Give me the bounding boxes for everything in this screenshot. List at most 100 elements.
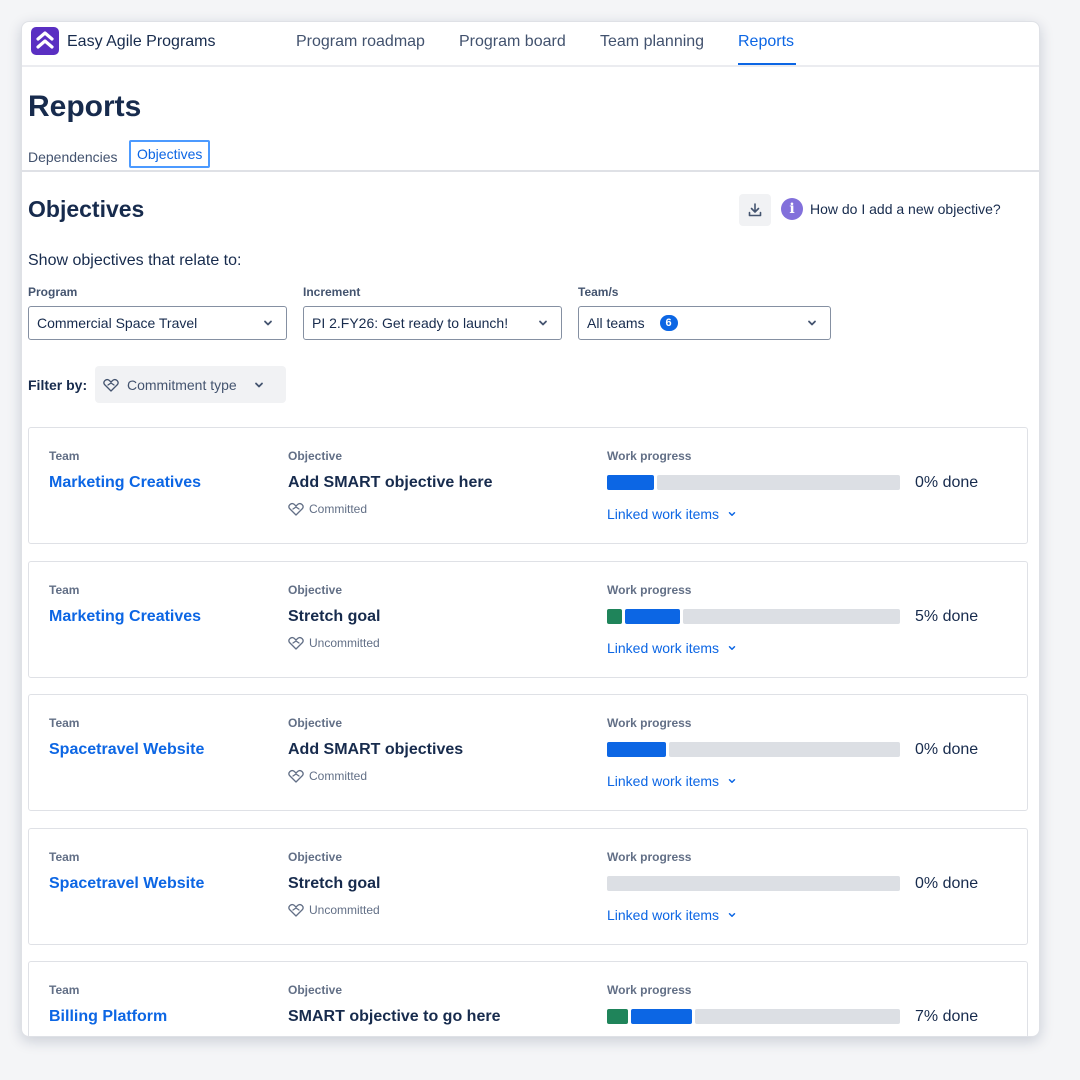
teams-select[interactable]: All teams 6 <box>578 306 831 340</box>
tab-dependencies[interactable]: Dependencies <box>28 149 118 165</box>
app-title: Easy Agile Programs <box>67 33 216 50</box>
work-progress-bar <box>607 1009 900 1024</box>
section-title: Objectives <box>28 196 145 222</box>
progress-percent: 5% done <box>915 608 979 625</box>
team-column-label: Team <box>49 850 80 864</box>
teams-value: All teams <box>587 315 645 331</box>
team-column-label: Team <box>49 983 80 997</box>
team-column-label: Team <box>49 583 80 597</box>
page-title: Reports <box>28 90 142 123</box>
program-select[interactable]: Commercial Space Travel <box>28 306 287 340</box>
chevron-down-icon <box>539 320 547 326</box>
linked-work-items-toggle[interactable]: Linked work items <box>607 640 737 656</box>
tabs-divider <box>22 170 1039 172</box>
app-window: Easy Agile Programs Program roadmap Prog… <box>21 21 1040 1037</box>
chevron-down-icon <box>728 646 736 650</box>
increment-value: PI 2.FY26: Get ready to launch! <box>312 315 509 331</box>
nav-program-roadmap[interactable]: Program roadmap <box>296 33 425 51</box>
progress-percent: 0% done <box>915 875 979 892</box>
progress-remaining-segment <box>683 609 900 624</box>
objective-card: Team Objective Work progress Marketing C… <box>28 561 1028 678</box>
commitment-label: Uncommitted <box>309 903 380 917</box>
commitment-status: Committed <box>288 1036 367 1037</box>
program-value: Commercial Space Travel <box>37 315 198 331</box>
team-name-link[interactable]: Billing Platform <box>49 1008 167 1026</box>
top-navigation: Easy Agile Programs Program roadmap Prog… <box>22 22 1039 67</box>
progress-column-label: Work progress <box>607 449 692 463</box>
linked-work-items-toggle[interactable]: Linked work items <box>607 506 737 522</box>
help-link[interactable]: i How do I add a new objective? <box>781 198 1001 220</box>
team-column-label: Team <box>49 449 80 463</box>
progress-remaining-segment <box>656 475 900 490</box>
commitment-icon <box>288 769 304 783</box>
commitment-icon <box>288 502 304 516</box>
progress-percent: 0% done <box>915 741 979 758</box>
objective-title: Stretch goal <box>288 875 381 892</box>
progress-column-label: Work progress <box>607 850 692 864</box>
objective-title: Stretch goal <box>288 608 381 625</box>
team-name-link[interactable]: Spacetravel Website <box>49 875 204 893</box>
teams-count-badge: 6 <box>659 315 678 331</box>
tab-objectives[interactable]: Objectives <box>129 140 211 168</box>
objective-column-label: Objective <box>288 983 343 997</box>
commitment-label: Uncommitted <box>309 636 380 650</box>
download-button[interactable] <box>739 194 771 226</box>
objective-title: SMART objective to go here <box>288 1008 501 1025</box>
objective-title: Add SMART objective here <box>288 474 493 491</box>
linked-work-items-toggle[interactable]: Linked work items <box>607 907 737 923</box>
chevron-down-icon <box>264 320 272 326</box>
work-progress-bar <box>607 876 900 891</box>
linked-work-items-label: Linked work items <box>607 506 720 522</box>
team-name-link[interactable]: Marketing Creatives <box>49 608 201 626</box>
filter-by-label: Filter by: <box>28 377 88 393</box>
chevron-down-icon <box>728 913 736 917</box>
teams-label: Team/s <box>578 285 619 299</box>
progress-in-progress-segment <box>624 609 681 624</box>
objective-card: Team Objective Work progress Spacetravel… <box>28 828 1028 945</box>
increment-select[interactable]: PI 2.FY26: Get ready to launch! <box>303 306 562 340</box>
commitment-icon <box>288 903 304 917</box>
linked-work-items-label: Linked work items <box>607 640 720 656</box>
commitment-type-filter-button[interactable]: Commitment type <box>95 366 286 403</box>
team-name-link[interactable]: Marketing Creatives <box>49 474 201 492</box>
objective-title: Add SMART objectives <box>288 741 464 758</box>
progress-column-label: Work progress <box>607 716 692 730</box>
objective-column-label: Objective <box>288 449 343 463</box>
progress-done-segment <box>607 609 622 624</box>
team-column-label: Team <box>49 716 80 730</box>
objective-card: Team Objective Work progress Spacetravel… <box>28 694 1028 811</box>
relate-label: Show objectives that relate to: <box>28 252 242 269</box>
work-progress-bar <box>607 475 900 490</box>
objective-card: Team Objective Work progress Billing Pla… <box>28 961 1028 1037</box>
progress-column-label: Work progress <box>607 583 692 597</box>
objective-column-label: Objective <box>288 850 343 864</box>
program-label: Program <box>28 285 78 299</box>
commitment-status: Committed <box>288 502 367 516</box>
nav-team-planning[interactable]: Team planning <box>600 33 704 51</box>
progress-in-progress-segment <box>607 475 654 490</box>
commitment-icon <box>288 1036 304 1037</box>
progress-percent: 0% done <box>915 474 979 491</box>
nav-program-board[interactable]: Program board <box>459 33 566 51</box>
progress-column-label: Work progress <box>607 983 692 997</box>
work-progress-bar <box>607 609 900 624</box>
chevron-down-icon <box>728 512 736 516</box>
help-link-text: How do I add a new objective? <box>810 201 1001 217</box>
info-icon: i <box>781 198 803 220</box>
linked-work-items-label: Linked work items <box>607 907 720 923</box>
chevron-down-icon <box>254 382 263 387</box>
objective-card: Team Objective Work progress Marketing C… <box>28 427 1028 544</box>
easy-agile-logo-icon[interactable] <box>31 27 59 55</box>
chevron-down-icon <box>808 320 816 326</box>
objective-column-label: Objective <box>288 716 343 730</box>
progress-remaining-segment <box>695 1009 900 1024</box>
increment-label: Increment <box>303 285 361 299</box>
commitment-status: Uncommitted <box>288 636 380 650</box>
commitment-status: Uncommitted <box>288 903 380 917</box>
linked-work-items-toggle[interactable]: Linked work items <box>607 773 737 789</box>
progress-remaining-segment <box>607 876 900 891</box>
team-name-link[interactable]: Spacetravel Website <box>49 741 204 759</box>
commitment-label: Committed <box>309 769 368 783</box>
nav-reports[interactable]: Reports <box>738 33 794 51</box>
commitment-type-label: Commitment type <box>127 376 237 393</box>
